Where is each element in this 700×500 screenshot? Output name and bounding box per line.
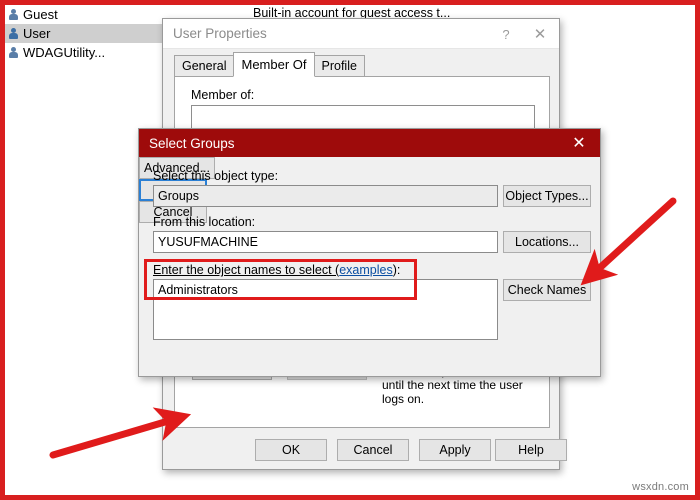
user-properties-title: User Properties bbox=[173, 26, 267, 41]
user-name: WDAGUtility... bbox=[23, 45, 106, 60]
tab-general[interactable]: General bbox=[174, 55, 235, 77]
user-list[interactable]: Guest User WDAGUtility... bbox=[5, 5, 165, 65]
select-groups-titlebar: Select Groups ✕ bbox=[139, 129, 600, 157]
examples-link[interactable]: examples bbox=[339, 263, 393, 277]
user-account-icon bbox=[8, 8, 19, 21]
list-item[interactable]: Guest bbox=[5, 5, 165, 24]
locations-button[interactable]: Locations... bbox=[503, 231, 591, 253]
user-properties-footer: OK Cancel Apply Help bbox=[163, 433, 567, 469]
list-item[interactable]: User bbox=[5, 24, 165, 43]
user-account-icon bbox=[8, 46, 19, 59]
check-names-button[interactable]: Check Names bbox=[503, 279, 591, 301]
cancel-button[interactable]: Cancel bbox=[337, 439, 409, 461]
user-name: Guest bbox=[23, 7, 58, 22]
watermark: wsxdn.com bbox=[632, 481, 689, 493]
ok-button[interactable]: OK bbox=[255, 439, 327, 461]
object-names-label: Enter the object names to select (exampl… bbox=[153, 263, 400, 277]
select-groups-title: Select Groups bbox=[149, 135, 235, 151]
user-name: User bbox=[23, 26, 51, 41]
select-groups-dialog: Select Groups ✕ Select this object type:… bbox=[138, 128, 601, 377]
apply-button[interactable]: Apply bbox=[419, 439, 491, 461]
from-location-label: From this location: bbox=[153, 215, 256, 229]
object-type-label: Select this object type: bbox=[153, 169, 279, 183]
object-names-input[interactable]: Administrators bbox=[153, 279, 498, 340]
screenshot-root: Guest User WDAGUtility... Built-in accou… bbox=[0, 0, 700, 500]
tab-member-of[interactable]: Member Of bbox=[233, 52, 315, 77]
object-names-label-suffix: ): bbox=[392, 263, 401, 277]
tab-profile[interactable]: Profile bbox=[313, 55, 365, 77]
close-icon[interactable]: ✕ bbox=[523, 19, 557, 49]
help-button[interactable]: Help bbox=[495, 439, 567, 461]
user-account-icon bbox=[8, 27, 19, 40]
list-item[interactable]: WDAGUtility... bbox=[5, 43, 165, 62]
tab-strip: General Member Of Profile bbox=[174, 52, 365, 77]
user-properties-titlebar: User Properties ? ✕ bbox=[163, 19, 559, 49]
object-type-input[interactable]: Groups bbox=[153, 185, 498, 207]
object-names-label-prefix: Enter the object names to select ( bbox=[153, 263, 340, 277]
help-icon[interactable]: ? bbox=[489, 19, 523, 49]
close-icon[interactable]: ✕ bbox=[562, 129, 596, 157]
from-location-input[interactable]: YUSUFMACHINE bbox=[153, 231, 498, 253]
member-of-label: Member of: bbox=[191, 88, 255, 102]
object-types-button[interactable]: Object Types... bbox=[503, 185, 591, 207]
